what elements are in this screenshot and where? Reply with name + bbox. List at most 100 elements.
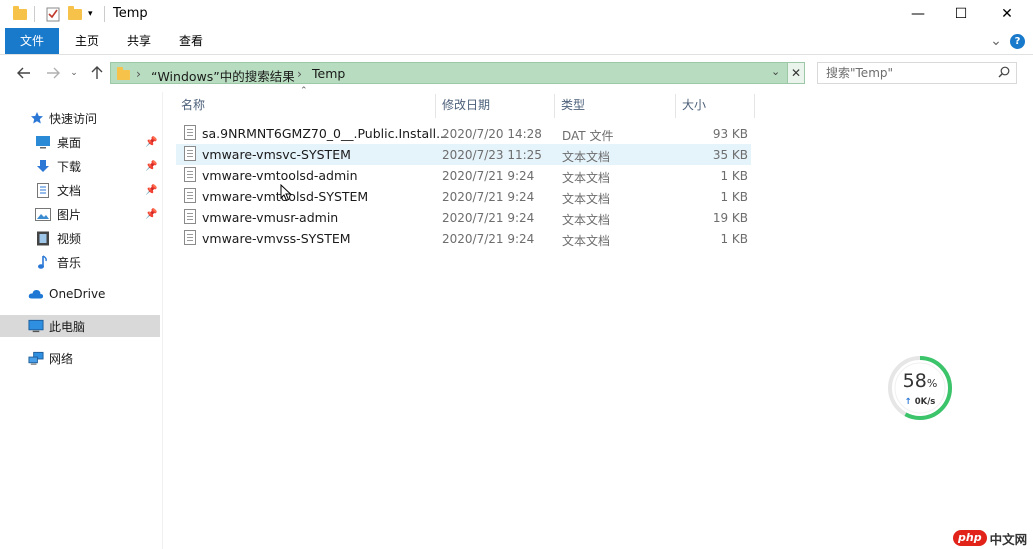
forward-button[interactable] — [42, 62, 64, 84]
tab-view[interactable]: 查看 — [170, 28, 212, 54]
column-header-size[interactable]: 大小 — [676, 94, 754, 116]
this-pc-icon — [28, 318, 44, 334]
file-name: vmware-vmusr-admin — [202, 210, 339, 225]
file-row[interactable]: vmware-vmusr-admin 2020/7/21 9:24 文本文档 1… — [176, 207, 751, 228]
file-type: 文本文档 — [562, 234, 611, 248]
file-row[interactable]: vmware-vmsvc-SYSTEM 2020/7/23 11:25 文本文档… — [176, 144, 751, 165]
pin-icon[interactable]: 📌 — [145, 161, 157, 172]
file-row[interactable]: vmware-vmvss-SYSTEM 2020/7/21 9:24 文本文档 … — [176, 228, 751, 249]
file-size: 1 KB — [720, 190, 748, 204]
sidebar-item-pictures[interactable]: 图片 📌 — [0, 203, 160, 225]
recent-locations-button[interactable]: ⌄ — [63, 62, 85, 84]
tab-file[interactable]: 文件 — [5, 28, 59, 54]
column-header-type[interactable]: 类型 — [555, 94, 675, 116]
star-icon — [29, 110, 45, 126]
breadcrumb-search-results[interactable]: “Windows”中的搜索结果 — [151, 66, 295, 85]
sidebar-item-network[interactable]: 网络 — [0, 347, 160, 369]
window-title: Temp — [113, 6, 148, 21]
text-file-icon — [184, 230, 196, 245]
sidebar-item-music[interactable]: 音乐 — [0, 251, 160, 273]
search-icon[interactable] — [998, 66, 1010, 81]
breadcrumb-separator[interactable]: › — [297, 66, 302, 81]
customize-toolbar-icon[interactable]: ▾ — [88, 5, 93, 23]
file-size: 35 KB — [712, 148, 748, 162]
sidebar-item-downloads[interactable]: 下载 📌 — [0, 155, 160, 177]
pin-icon[interactable]: 📌 — [145, 137, 157, 148]
pictures-icon — [35, 206, 51, 222]
file-date: 2020/7/21 9:24 — [442, 211, 535, 225]
minimize-button[interactable]: — — [895, 0, 941, 28]
search-box[interactable] — [817, 62, 1017, 84]
file-name: vmware-vmvss-SYSTEM — [202, 231, 351, 246]
file-name: vmware-vmtoolsd-admin — [202, 168, 358, 183]
download-icon — [35, 158, 51, 174]
maximize-button[interactable]: ☐ — [938, 0, 984, 28]
sidebar-item-onedrive[interactable]: OneDrive — [0, 283, 160, 305]
folder-icon — [13, 5, 27, 23]
pane-divider[interactable] — [162, 92, 163, 549]
file-size: 19 KB — [712, 211, 748, 225]
sidebar-item-label: 快速访问 — [49, 111, 98, 126]
sidebar-item-quick-access[interactable]: 快速访问 — [0, 107, 160, 129]
desktop-icon — [35, 134, 51, 150]
speed-rate: ↑ 0K/s — [904, 397, 936, 407]
ribbon-expand-icon[interactable]: ⌄ — [988, 28, 1004, 54]
address-bar[interactable]: › “Windows”中的搜索结果 › Temp ⌄ ✕ — [110, 62, 805, 84]
new-folder-icon[interactable] — [68, 5, 82, 23]
file-size: 1 KB — [720, 232, 748, 246]
sidebar-item-videos[interactable]: 视频 — [0, 227, 160, 249]
sidebar-item-desktop[interactable]: 桌面 📌 — [0, 131, 160, 153]
close-button[interactable]: ✕ — [984, 0, 1030, 28]
file-size: 1 KB — [720, 169, 748, 183]
sidebar-item-label: 此电脑 — [49, 319, 86, 334]
close-search-icon[interactable]: ✕ — [787, 63, 804, 83]
videos-icon — [35, 230, 51, 246]
sidebar-item-label: 视频 — [57, 231, 82, 246]
watermark-badge: php — [953, 530, 987, 546]
file-row[interactable]: sa.9NRMNT6GMZ70_0__.Public.Install... 20… — [176, 123, 751, 144]
column-divider[interactable] — [754, 94, 755, 118]
file-icon — [184, 125, 196, 140]
sidebar-item-label: 图片 — [57, 207, 82, 222]
help-icon[interactable]: ? — [1010, 34, 1025, 49]
network-icon — [28, 350, 44, 366]
sidebar-item-this-pc[interactable]: 此电脑 — [0, 315, 160, 337]
mouse-cursor-icon — [280, 183, 292, 205]
sidebar-item-label: 音乐 — [57, 255, 82, 270]
address-dropdown-icon[interactable]: ⌄ — [771, 65, 780, 78]
text-file-icon — [184, 188, 196, 203]
sidebar-item-label: 网络 — [49, 351, 74, 366]
sidebar-item-label: 桌面 — [57, 135, 82, 150]
file-type: DAT 文件 — [562, 129, 614, 143]
file-name: vmware-vmsvc-SYSTEM — [202, 147, 351, 162]
breadcrumb-separator[interactable]: › — [136, 66, 141, 81]
breadcrumb-temp[interactable]: Temp — [312, 66, 345, 81]
music-icon — [35, 254, 51, 270]
tab-share[interactable]: 共享 — [118, 28, 160, 54]
pin-icon[interactable]: 📌 — [145, 185, 157, 196]
file-date: 2020/7/23 11:25 — [442, 148, 542, 162]
file-row[interactable]: vmware-vmtoolsd-SYSTEM 2020/7/21 9:24 文本… — [176, 186, 751, 207]
sidebar-item-documents[interactable]: 文档 📌 — [0, 179, 160, 201]
divider — [34, 6, 35, 22]
folder-icon — [117, 67, 130, 80]
speed-percent: 58% — [902, 370, 938, 392]
file-type: 文本文档 — [562, 192, 611, 206]
properties-icon[interactable] — [45, 5, 61, 23]
upload-arrow-icon: ↑ — [904, 397, 912, 407]
file-name: sa.9NRMNT6GMZ70_0__.Public.Install... — [202, 126, 448, 141]
file-date: 2020/7/21 9:24 — [442, 232, 535, 246]
pin-icon[interactable]: 📌 — [145, 209, 157, 220]
navigation-pane: 快速访问 桌面 📌 下载 📌 文档 📌 图片 📌 视频 音乐 OneDrive … — [0, 95, 160, 549]
back-button[interactable] — [13, 62, 35, 84]
file-row[interactable]: vmware-vmtoolsd-admin 2020/7/21 9:24 文本文… — [176, 165, 751, 186]
column-header-name[interactable]: 名称 — [175, 94, 435, 116]
file-date: 2020/7/21 9:24 — [442, 190, 535, 204]
file-type: 文本文档 — [562, 213, 611, 227]
column-header-date[interactable]: 修改日期 — [436, 94, 554, 116]
tab-home[interactable]: 主页 — [66, 28, 108, 54]
network-speed-widget[interactable]: 58% ↑ 0K/s — [887, 355, 953, 421]
search-input[interactable] — [818, 63, 988, 83]
up-button[interactable] — [86, 62, 108, 84]
ribbon-tabs: 文件 主页 共享 查看 ⌄ ? — [0, 28, 1033, 55]
